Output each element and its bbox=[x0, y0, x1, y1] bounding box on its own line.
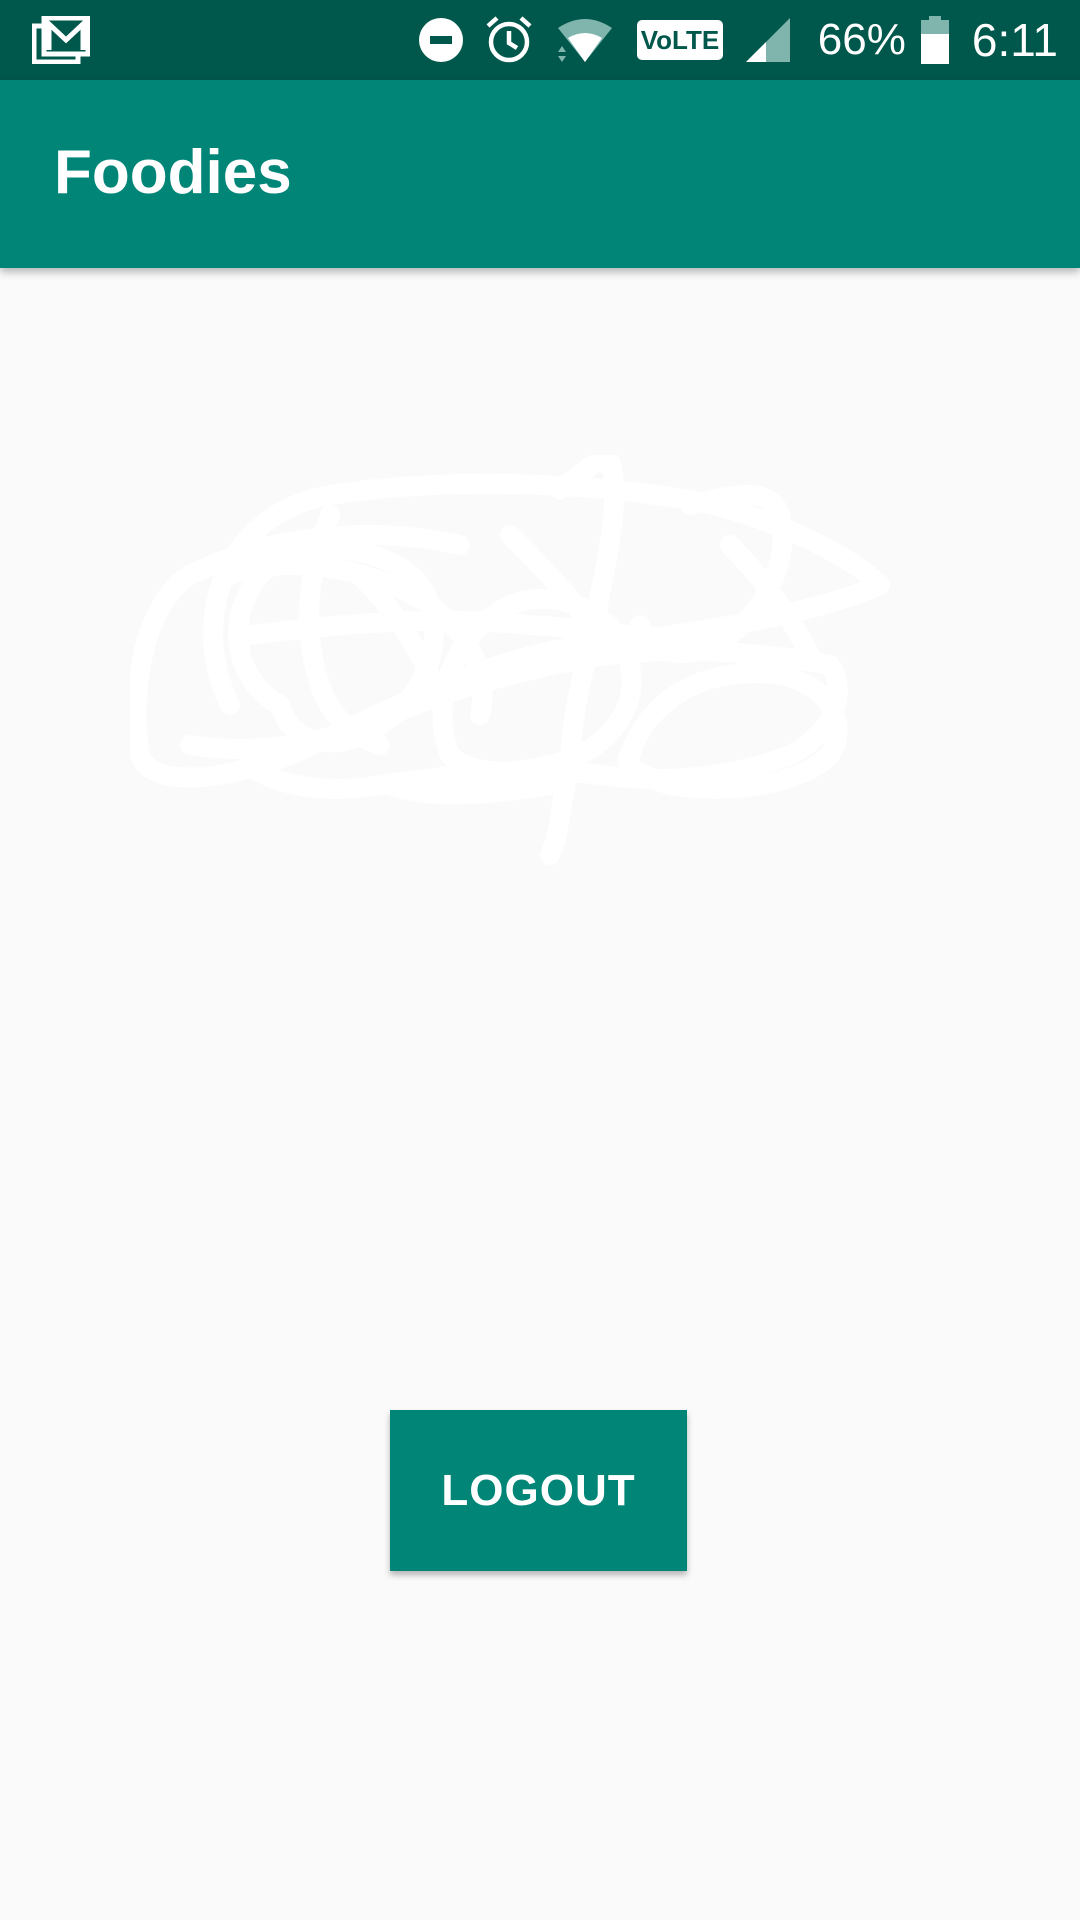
battery-percent: 66% bbox=[817, 15, 906, 64]
status-bar: VoLTE 66% 6:11 bbox=[0, 0, 1080, 80]
logout-button[interactable]: LOGOUT bbox=[390, 1410, 687, 1571]
battery-icon bbox=[920, 15, 950, 65]
alarm-icon bbox=[484, 15, 534, 65]
scribbled-out-image bbox=[126, 449, 910, 875]
volte-label: VoLTE bbox=[641, 25, 719, 55]
signal-icon bbox=[744, 16, 792, 64]
do-not-disturb-icon bbox=[418, 17, 464, 63]
status-icons: VoLTE 66% 6:11 bbox=[398, 0, 1058, 80]
app-title: Foodies bbox=[54, 138, 292, 207]
app-bar: Foodies bbox=[0, 80, 1080, 268]
status-time: 6:11 bbox=[971, 14, 1058, 66]
gmail-icon bbox=[31, 15, 91, 65]
volte-icon: VoLTE bbox=[636, 18, 724, 62]
wifi-icon bbox=[554, 16, 616, 64]
